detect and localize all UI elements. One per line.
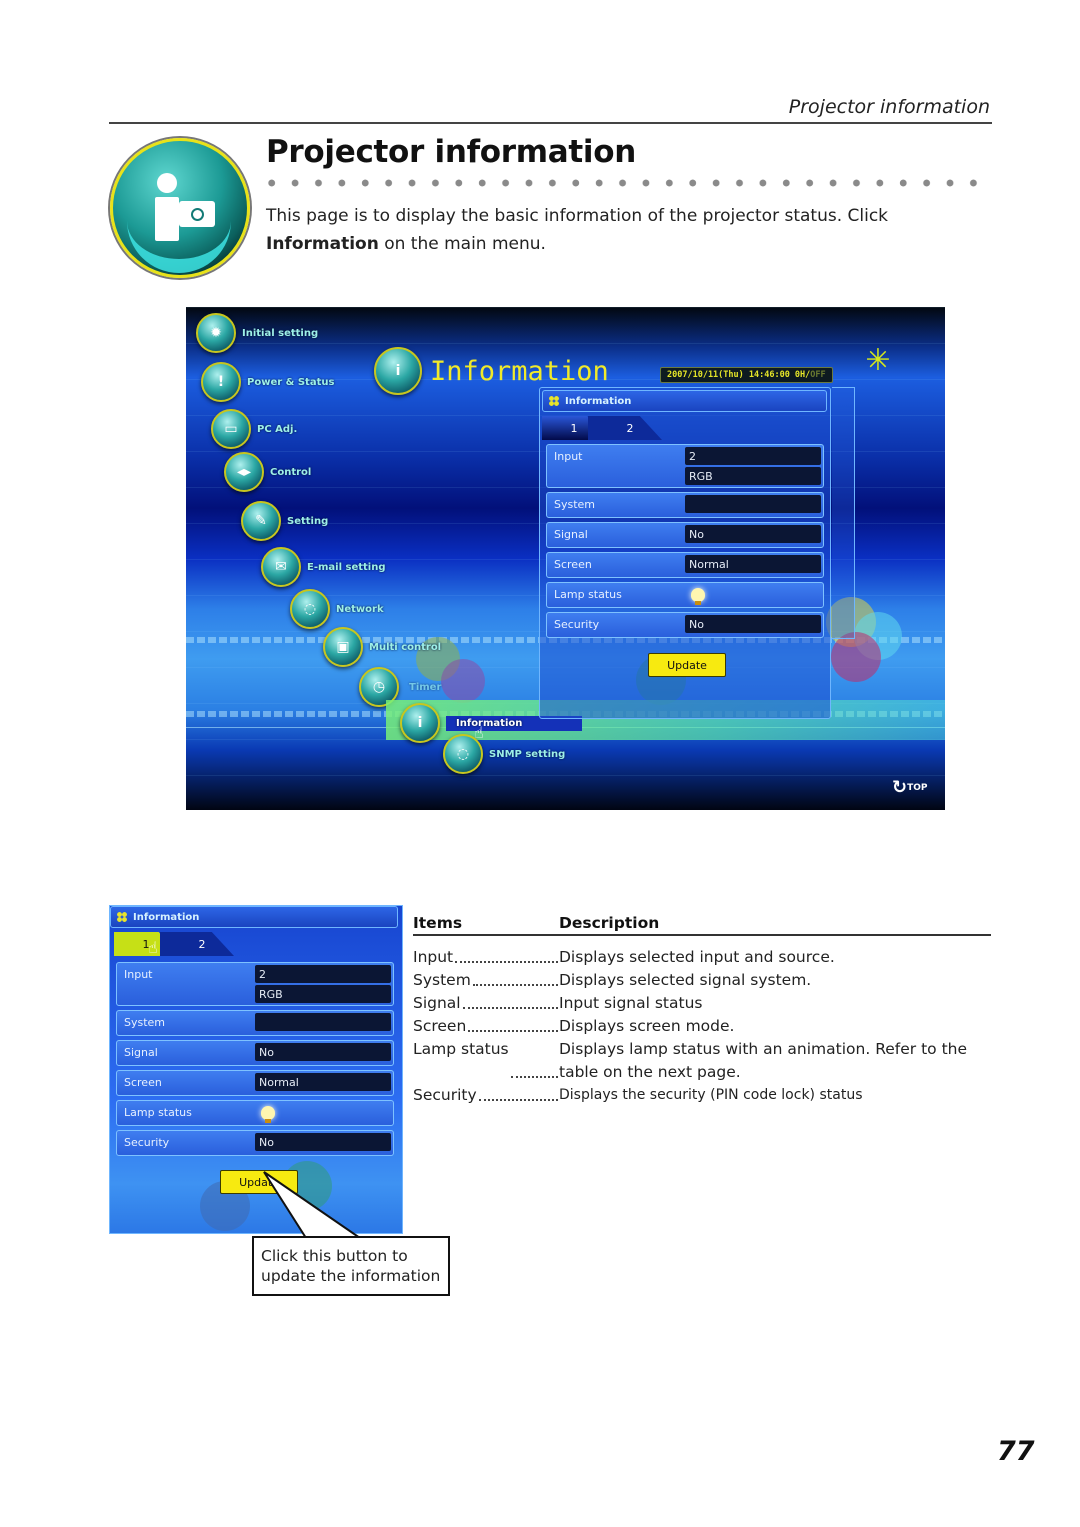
system-value [685, 495, 821, 513]
wrench-screwdriver-icon: ✎ [241, 501, 281, 541]
panel-tabs: 1 2 [114, 932, 234, 956]
table-row: Input Displays selected input and source… [413, 948, 835, 966]
security-value: No [685, 615, 821, 633]
panel-header: Information [110, 906, 398, 928]
table-row: System Displays selected signal system. [413, 971, 812, 989]
items-description-table: Items Description Input Displays selecte… [413, 914, 991, 1107]
info-row-system: System [116, 1010, 394, 1036]
menu-item-power-status[interactable]: ! Power & Status [201, 362, 334, 402]
intro-paragraph: This page is to display the basic inform… [266, 202, 996, 258]
update-button[interactable]: Update [648, 653, 726, 677]
input-number-value: 2 [255, 965, 391, 983]
table-row: Screen Displays screen mode. [413, 1017, 735, 1035]
menu-item-network[interactable]: ◌ Network [290, 589, 384, 629]
table-row: Security Displays the security (PIN code… [413, 1086, 863, 1104]
input-source-value: RGB [255, 985, 391, 1003]
projector-alert-icon: ! [201, 362, 241, 402]
lamp-indicator-icon: ✳ [865, 343, 891, 378]
panel-side-frame [832, 387, 855, 639]
menu-item-pc-adj[interactable]: ▭ PC Adj. [211, 409, 297, 449]
envelope-icon: ✉ [261, 547, 301, 587]
page-number: 77 [997, 1436, 1035, 1467]
info-row-signal: Signal No [546, 522, 824, 548]
top-button[interactable]: ↻TOP [892, 777, 927, 798]
table-row: Signal Input signal status [413, 994, 703, 1012]
information-panel: Information 1 2 Input 2 RGB System Signal… [539, 387, 831, 719]
intro-text: This page is to display the basic inform… [266, 206, 889, 226]
tab-2[interactable]: 2 [160, 932, 234, 956]
menu-item-control[interactable]: ◂▸ Control [224, 452, 311, 492]
input-source-value: RGB [685, 467, 821, 485]
info-row-screen: Screen Normal [546, 552, 824, 578]
info-rows: Input 2 RGB System Signal No Screen Norma… [116, 962, 394, 1160]
info-row-signal: Signal No [116, 1040, 394, 1066]
light-bulb-icon [261, 1106, 275, 1123]
snmp-icon: ◌ [443, 734, 483, 774]
refresh-arrow-icon: ↻ [892, 777, 908, 798]
running-head: Projector information [788, 96, 990, 118]
info-row-security: Security No [116, 1130, 394, 1156]
dotted-divider [266, 178, 992, 188]
menu-item-setting[interactable]: ✎ Setting [241, 501, 328, 541]
screen-value: Normal [685, 555, 821, 573]
intro-bold-term: Information [266, 234, 379, 254]
menu-item-initial-setting[interactable]: ✹ Initial setting [196, 313, 318, 353]
tab-2[interactable]: 2 [588, 416, 662, 440]
web-control-screenshot: ✹ Initial setting ! Power & Status ▭ PC … [186, 307, 945, 810]
light-bulb-icon [691, 588, 705, 605]
info-row-input: Input 2 RGB [546, 444, 824, 488]
callout-pointer [263, 1171, 364, 1239]
sun-gear-icon: ✹ [196, 313, 236, 353]
computer-icon: ▭ [211, 409, 251, 449]
info-row-security: Security No [546, 612, 824, 638]
datetime-status-readout: 2007/10/11(Thu) 14:46:00 0H/OFF [660, 367, 833, 383]
signal-value: No [685, 525, 821, 543]
hand-cursor-icon: ☝ [148, 938, 158, 957]
header-rule [109, 122, 992, 124]
info-row-lamp-status: Lamp status [546, 582, 824, 608]
table-header: Items Description [413, 914, 991, 936]
signal-value: No [255, 1043, 391, 1061]
intro-text-end: on the main menu. [378, 234, 546, 254]
table-row: Lamp status Displays lamp status with an… [413, 1040, 968, 1081]
panel-tabs: 1 2 [542, 416, 662, 440]
network-projector-icon: ◌ [290, 589, 330, 629]
security-value: No [255, 1133, 391, 1151]
menu-item-multi-control[interactable]: ▣ Multi control [323, 627, 441, 667]
grid-dots-icon [117, 912, 127, 922]
menu-item-email-setting[interactable]: ✉ E-mail setting [261, 547, 386, 587]
info-rows: Input 2 RGB System Signal No Screen Norma… [546, 444, 824, 642]
info-row-lamp-status: Lamp status [116, 1100, 394, 1126]
info-row-input: Input 2 RGB [116, 962, 394, 1006]
input-number-value: 2 [685, 447, 821, 465]
screen-value: Normal [255, 1073, 391, 1091]
info-row-screen: Screen Normal [116, 1070, 394, 1096]
page-title: Projector information [266, 134, 637, 170]
info-projector-icon: i [400, 703, 440, 743]
multi-projector-icon: ▣ [323, 627, 363, 667]
grid-dots-icon [549, 396, 559, 406]
info-projector-icon: i [374, 347, 422, 395]
panel-header: Information [542, 390, 827, 412]
system-value [255, 1013, 391, 1031]
menu-item-snmp-setting[interactable]: ◌ SNMP setting [443, 734, 565, 774]
directional-pad-icon: ◂▸ [224, 452, 264, 492]
update-callout: Click this button to update the informat… [252, 1236, 450, 1296]
info-row-system: System [546, 492, 824, 518]
information-section-icon [110, 138, 250, 278]
